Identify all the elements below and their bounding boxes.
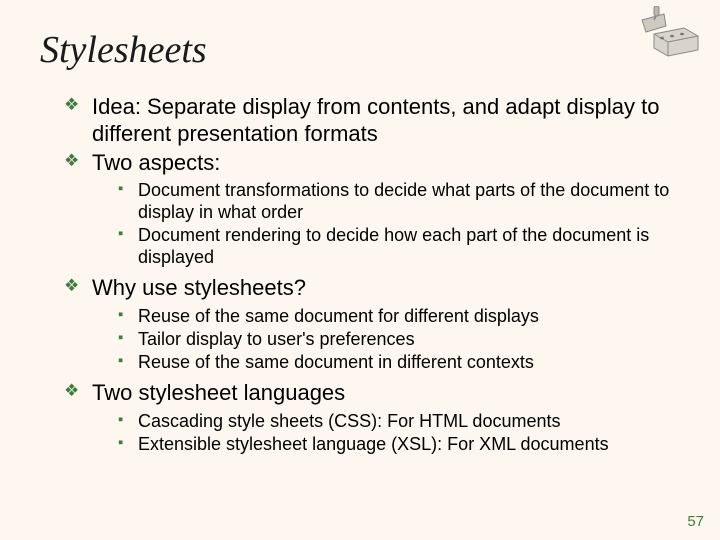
why-sublist: Reuse of the same document for different…: [92, 306, 680, 374]
bullet-why: Why use stylesheets? Reuse of the same d…: [64, 275, 680, 374]
bullet-idea: Idea: Separate display from contents, an…: [64, 94, 680, 148]
bullet-languages: Two stylesheet languages Cascading style…: [64, 380, 680, 456]
slide-title: Stylesheets: [40, 28, 680, 72]
bullet-list: Idea: Separate display from contents, an…: [40, 94, 680, 456]
sub-reuse-displays: Reuse of the same document for different…: [118, 306, 680, 328]
bullet-two-aspects: Two aspects: Document transformations to…: [64, 150, 680, 270]
sub-rendering: Document rendering to decide how each pa…: [118, 225, 680, 269]
slide: Stylesheets Idea: Separate display from …: [0, 0, 720, 540]
bullet-languages-text: Two stylesheet languages: [92, 380, 345, 405]
sub-transformations: Document transformations to decide what …: [118, 180, 680, 224]
sub-css: Cascading style sheets (CSS): For HTML d…: [118, 411, 680, 433]
sub-xsl: Extensible stylesheet language (XSL): Fo…: [118, 434, 680, 456]
sub-tailor: Tailor display to user's preferences: [118, 329, 680, 351]
two-aspects-sublist: Document transformations to decide what …: [92, 180, 680, 269]
sub-reuse-contexts: Reuse of the same document in different …: [118, 352, 680, 374]
page-number: 57: [687, 513, 704, 530]
trowel-brick-icon: [624, 6, 702, 60]
languages-sublist: Cascading style sheets (CSS): For HTML d…: [92, 411, 680, 456]
bullet-two-aspects-text: Two aspects:: [92, 150, 220, 175]
bullet-why-text: Why use stylesheets?: [92, 275, 306, 300]
